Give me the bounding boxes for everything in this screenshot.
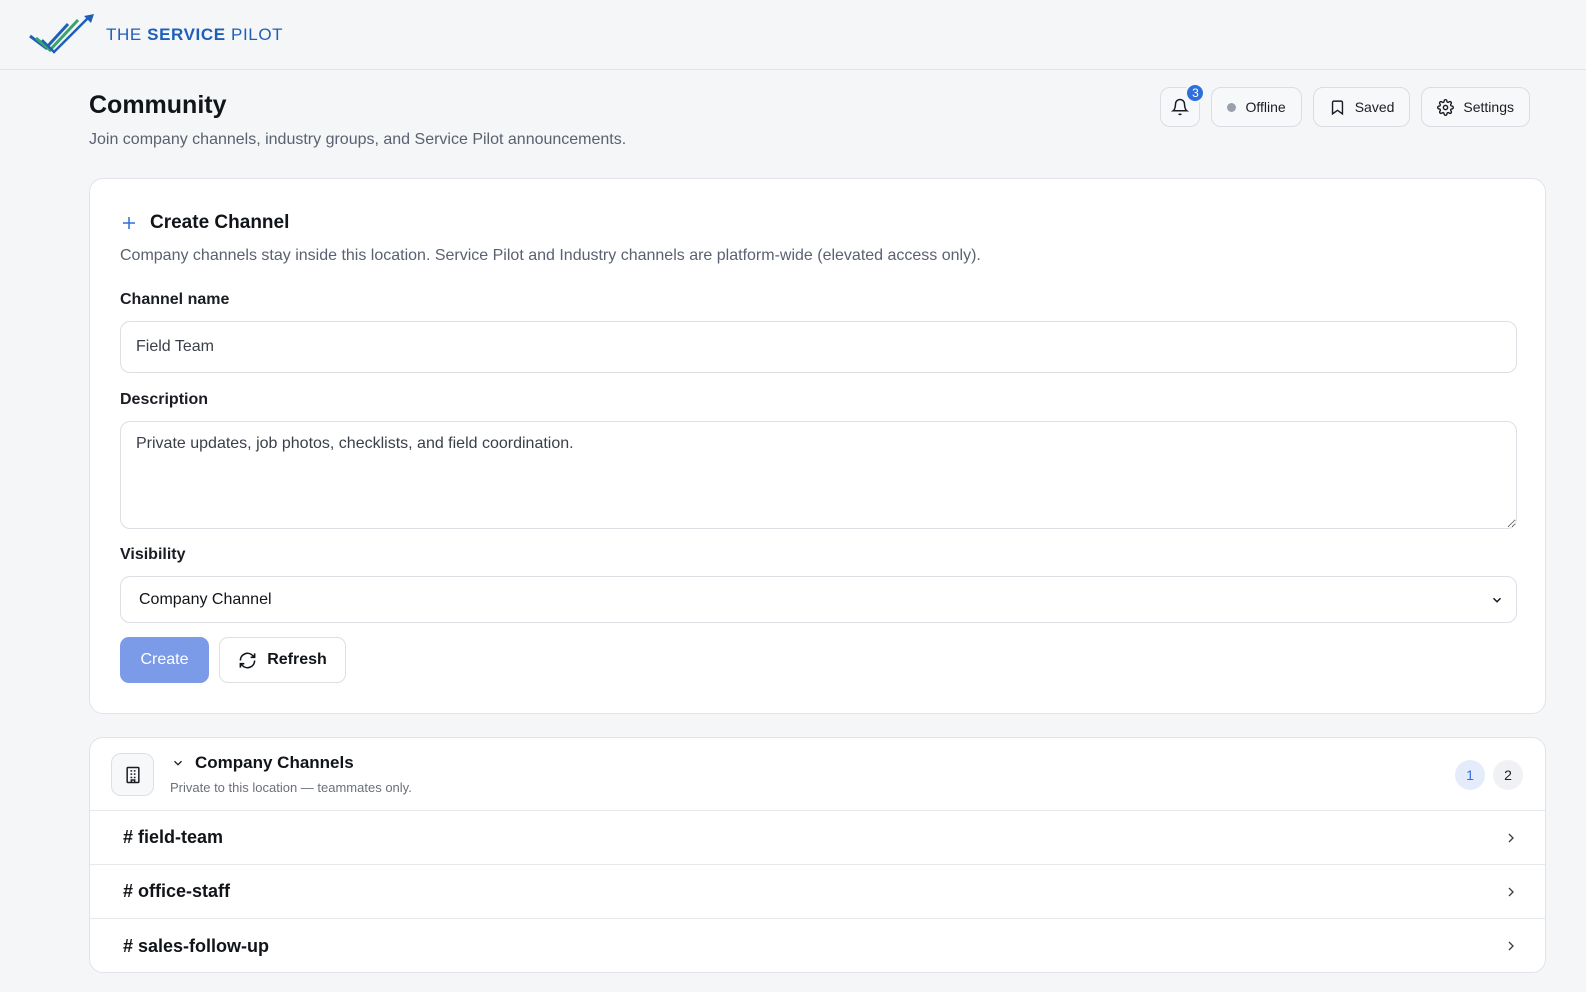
refresh-icon xyxy=(239,652,256,668)
description-textarea[interactable]: Private updates, job photos, checklists,… xyxy=(120,421,1517,529)
logo[interactable]: THE SERVICE PILOT xyxy=(28,13,283,56)
channel-name-input[interactable] xyxy=(120,321,1517,373)
settings-button[interactable]: Settings xyxy=(1421,87,1530,127)
channel-row-sales-follow-up[interactable]: # sales-follow-up xyxy=(90,919,1545,972)
page-title: Community xyxy=(89,91,227,119)
bookmark-icon xyxy=(1331,99,1343,115)
page-button-2[interactable]: 2 xyxy=(1493,760,1523,790)
company-channels-heading: Company Channels xyxy=(195,753,354,772)
notifications-button[interactable]: 3 xyxy=(1160,83,1206,127)
page-button-1[interactable]: 1 xyxy=(1455,760,1485,790)
page-subtitle: Join company channels, industry groups, … xyxy=(89,131,627,148)
refresh-button[interactable]: Refresh xyxy=(219,637,346,683)
channel-row-field-team[interactable]: # field-team xyxy=(90,811,1545,865)
logo-prefix: THE xyxy=(106,24,142,44)
visibility-label: Visibility xyxy=(120,546,186,563)
channel-name: # office-staff xyxy=(123,881,231,901)
settings-label: Settings xyxy=(1463,99,1514,115)
pagination: 1 2 xyxy=(1455,760,1523,790)
header-actions: 3 Offline Saved Settings xyxy=(1160,83,1530,127)
plus-icon xyxy=(123,217,135,229)
building-icon xyxy=(111,753,154,796)
saved-label: Saved xyxy=(1354,99,1395,115)
chevron-right-icon xyxy=(1508,887,1514,896)
create-button[interactable]: Create xyxy=(120,637,209,683)
create-channel-card: Create Channel Company channels stay ins… xyxy=(89,178,1546,714)
channel-name-label: Channel name xyxy=(120,291,230,308)
chevron-down-icon[interactable] xyxy=(171,756,185,770)
create-channel-heading: Create Channel xyxy=(150,212,290,233)
company-channels-title: Company Channels xyxy=(171,753,354,773)
logo-suffix: PILOT xyxy=(231,24,284,44)
create-channel-title: Create Channel xyxy=(120,212,289,234)
channel-name: # sales-follow-up xyxy=(123,935,270,956)
visibility-select[interactable]: Company Channel xyxy=(120,576,1517,623)
company-channels-subtitle: Private to this location — teammates onl… xyxy=(170,780,412,795)
create-actions: Create Refresh xyxy=(120,637,346,683)
create-channel-description: Company channels stay inside this locati… xyxy=(120,247,981,264)
logo-checkmark-icon xyxy=(29,13,94,54)
logo-text: THE SERVICE PILOT xyxy=(106,25,283,45)
notification-count-badge: 3 xyxy=(1185,83,1206,103)
channel-row-office-staff[interactable]: # office-staff xyxy=(90,865,1545,919)
visibility-selected-value: Company Channel xyxy=(139,590,272,608)
company-channels-card: Company Channels Private to this locatio… xyxy=(89,737,1546,973)
status-button[interactable]: Offline xyxy=(1211,87,1302,127)
gear-icon xyxy=(1437,98,1455,116)
logo-bold: SERVICE xyxy=(147,24,226,44)
chevron-right-icon xyxy=(1508,833,1514,842)
company-channels-header[interactable]: Company Channels Private to this locatio… xyxy=(90,738,1545,811)
description-label: Description xyxy=(120,391,209,408)
status-label: Offline xyxy=(1245,99,1286,115)
status-dot-icon xyxy=(1227,102,1237,112)
channel-name: # field-team xyxy=(123,827,224,847)
refresh-label: Refresh xyxy=(267,651,327,668)
chevron-right-icon xyxy=(1508,941,1514,951)
bell-icon xyxy=(1171,98,1190,116)
top-bar: THE SERVICE PILOT xyxy=(0,0,1586,70)
chevron-down-icon xyxy=(1492,597,1502,603)
saved-button[interactable]: Saved xyxy=(1312,87,1411,127)
